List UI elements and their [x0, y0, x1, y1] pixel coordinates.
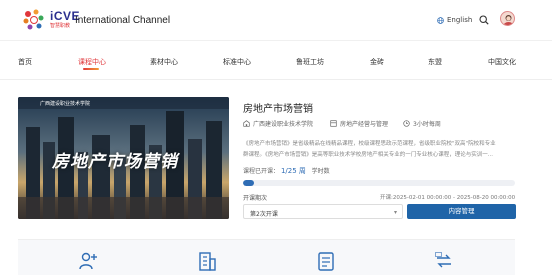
clock-icon	[403, 120, 410, 127]
nav-item-chinese-culture[interactable]: 中国文化	[488, 57, 516, 67]
icve-logo-icon[interactable]	[22, 8, 46, 32]
nav-item-materials[interactable]: 素材中心	[150, 57, 178, 67]
course-cover-image[interactable]: 广西建设职业技术学院 房地产市场营销	[18, 97, 229, 219]
content-management-button[interactable]: 内容管理	[407, 204, 516, 219]
course-description: 《房地产市场营销》是省级精品在线精品课程，校级课程思政示范课程，省级职业院校"双…	[243, 139, 515, 161]
user-add-icon[interactable]	[78, 251, 98, 271]
user-avatar-icon	[503, 15, 514, 25]
language-label: English	[447, 16, 473, 24]
active-tab-indicator	[83, 68, 99, 70]
course-school: 广西建设职业技术学院	[243, 119, 313, 128]
nav-item-standards[interactable]: 标准中心	[223, 57, 251, 67]
globe-icon	[437, 16, 444, 24]
category-icon	[330, 120, 337, 127]
semester-select[interactable]: 第2次开课 ▾	[243, 204, 403, 219]
cover-title: 房地产市场营销	[52, 152, 178, 172]
chevron-down-icon: ▾	[393, 209, 397, 216]
avatar[interactable]	[500, 11, 515, 26]
school-name: 广西建设职业技术学院	[253, 121, 314, 128]
exchange-icon[interactable]	[434, 251, 454, 271]
progress-current: 1/25 周	[280, 167, 306, 175]
cover-school-name: 广西建设职业技术学院	[40, 101, 91, 107]
main-nav: 首页 课程中心 素材中心 标准中心 鲁班工坊 金砖 东盟 中国文化	[0, 40, 552, 80]
category-name: 房地产经营与管理	[340, 121, 389, 128]
building-icon[interactable]	[197, 251, 217, 271]
progress-suffix: 学时数	[311, 168, 330, 175]
nav-item-home[interactable]: 首页	[18, 57, 32, 67]
description-line: 《房地产市场营销》是省级精品在线精品课程，校级课程思政示范课程，省级职业院校"双…	[243, 141, 496, 147]
channel-title: International Channel	[75, 15, 171, 26]
nav-item-asean[interactable]: 东盟	[428, 57, 442, 67]
header: iCVE 智慧职教 International Channel English	[0, 0, 552, 40]
semester-label: 开课期次	[243, 195, 268, 202]
nav-item-course-center[interactable]: 课程中心	[78, 57, 106, 67]
progress-bar-fill	[243, 180, 254, 186]
date-range: 开课:2025-02-01 00:00:00 - 2025-08-20 00:0…	[380, 195, 516, 201]
progress-label: 课程已开课： 1/25 周 学时数	[243, 166, 330, 176]
nav-item-brics[interactable]: 金砖	[370, 57, 384, 67]
school-building-icon	[243, 120, 250, 127]
language-switcher[interactable]: English	[437, 16, 472, 24]
course-hours: 3小时每周	[403, 119, 441, 128]
progress-prefix: 课程已开课：	[243, 168, 280, 175]
progress-bar	[243, 180, 515, 186]
semester-select-value: 第2次开课	[250, 211, 278, 218]
document-list-icon[interactable]	[316, 251, 336, 271]
nav-item-luban[interactable]: 鲁班工坊	[296, 57, 324, 67]
search-icon[interactable]	[479, 15, 489, 25]
course-category: 房地产经营与管理	[330, 119, 388, 128]
course-title: 房地产市场营销	[243, 104, 313, 115]
description-line: 群课程。《房地产市场营销》是高等职业技术学校房地产相关专业的一门专业核心课程，理…	[243, 152, 493, 158]
hours-value: 3小时每周	[413, 121, 441, 128]
